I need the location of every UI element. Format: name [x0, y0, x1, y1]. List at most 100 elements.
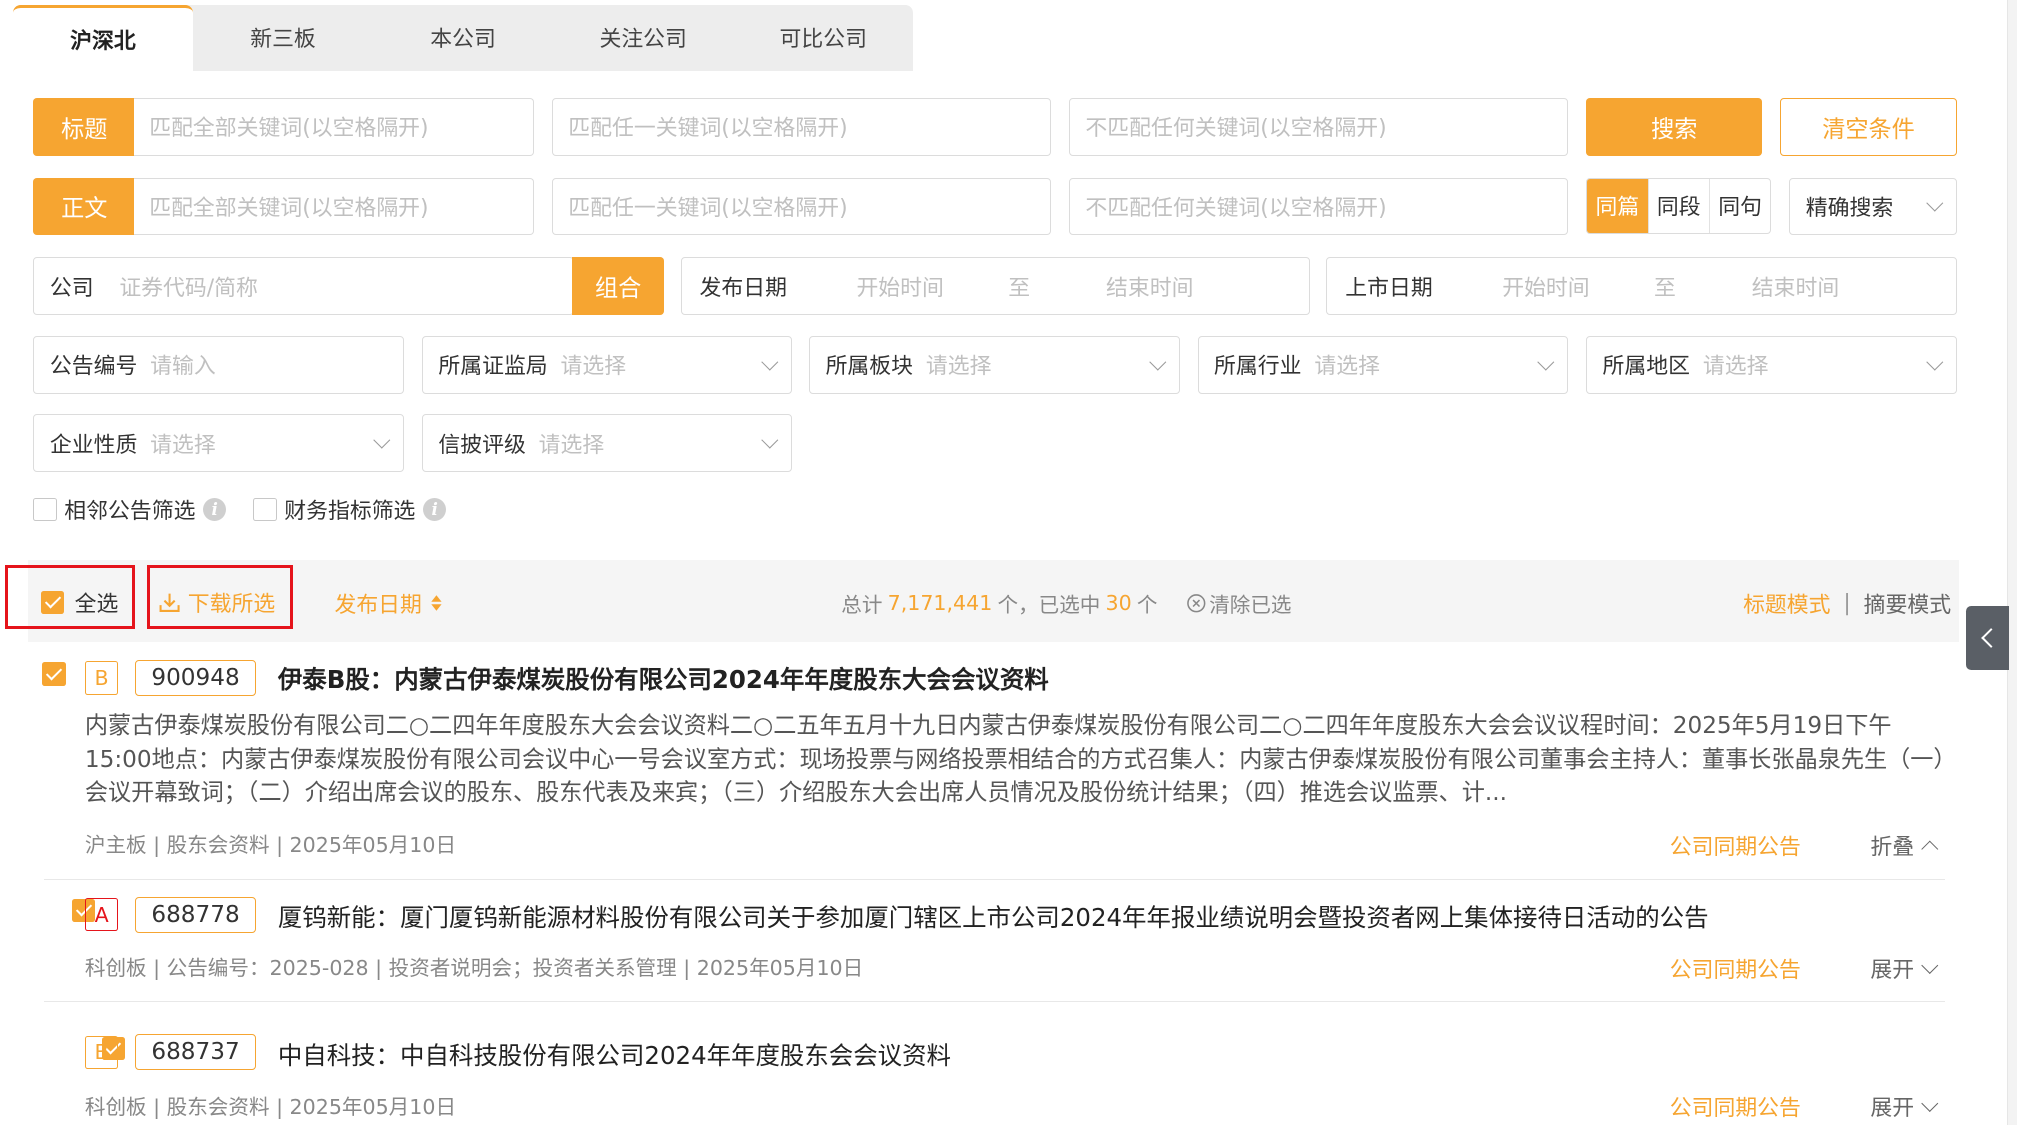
- financial-filter-label: 财务指标筛选: [284, 498, 416, 524]
- market-tabs: 沪深北 新三板 本公司 关注公司 可比公司: [12, 5, 914, 71]
- title-exclude-keyword-input[interactable]: 不匹配任何关键词(以空格隔开): [1068, 97, 1569, 156]
- collapse-label: 折叠: [1870, 834, 1915, 860]
- result-checkbox[interactable]: [42, 662, 66, 686]
- body-any-keyword-input[interactable]: 匹配任一关键词(以空格隔开): [551, 177, 1051, 236]
- chevron-left-icon: [1980, 628, 2001, 649]
- enterprise-type-select[interactable]: 企业性质 请选择: [33, 414, 404, 473]
- view-mode-separator: |: [1843, 590, 1851, 616]
- notice-number-placeholder: 请输入: [150, 354, 216, 380]
- clear-conditions-button[interactable]: 清空条件: [1780, 97, 1957, 156]
- enterprise-type-placeholder: 请选择: [150, 432, 216, 458]
- title-all-keywords-input[interactable]: 匹配全部关键词(以空格隔开): [133, 97, 534, 156]
- company-placeholder: 证券代码/简称: [119, 275, 258, 301]
- result-badge: B: [84, 1035, 119, 1069]
- sector-select[interactable]: 所属板块 请选择: [809, 335, 1180, 394]
- result-meta: 科创板 | 股东会资料 | 2025年05月10日: [84, 1094, 457, 1119]
- tab-comparable-companies[interactable]: 可比公司: [733, 5, 913, 71]
- related-announcements-link[interactable]: 公司同期公告: [1670, 830, 1801, 861]
- result-title[interactable]: 伊泰B股：内蒙古伊泰煤炭股份有限公司2024年年度股东大会会议资料: [278, 661, 1049, 696]
- chevron-down-icon: [373, 431, 390, 449]
- page-scrollbar[interactable]: [2006, 0, 2017, 1125]
- side-panel-toggle[interactable]: [1965, 605, 2010, 671]
- regulator-label: 所属证监局: [438, 354, 548, 380]
- disclosure-rating-placeholder: 请选择: [538, 432, 605, 458]
- enterprise-type-label: 企业性质: [49, 432, 138, 458]
- info-icon[interactable]: i: [203, 497, 227, 522]
- sort-by-publish-date[interactable]: 发布日期: [334, 588, 442, 619]
- financial-filter-option[interactable]: 财务指标筛选 i: [253, 494, 447, 525]
- clear-selected-button[interactable]: 清除已选: [1186, 588, 1292, 618]
- chevron-down-icon: [1537, 353, 1555, 370]
- combine-button[interactable]: 组合: [572, 257, 664, 316]
- industry-placeholder: 请选择: [1314, 354, 1380, 380]
- body-exclude-keyword-input[interactable]: 不匹配任何关键词(以空格隔开): [1068, 177, 1569, 236]
- view-mode-switch: 标题模式 | 摘要模式: [1743, 588, 1951, 619]
- publish-date-to: 至: [1008, 275, 1031, 301]
- notice-number-input[interactable]: 公告编号 请输入: [33, 335, 404, 394]
- chevron-down-icon: [1926, 195, 1943, 212]
- related-announcements-link[interactable]: 公司同期公告: [1670, 953, 1801, 984]
- publish-date-end[interactable]: 结束时间: [1106, 271, 1193, 302]
- related-announcements-link[interactable]: 公司同期公告: [1670, 1091, 1801, 1122]
- chevron-down-icon: [762, 431, 779, 449]
- chevron-up-icon: [1922, 840, 1939, 858]
- publish-date-start[interactable]: 开始时间: [856, 271, 1008, 302]
- result-badge: A: [84, 897, 119, 932]
- expand-button[interactable]: 展开: [1870, 1091, 1939, 1122]
- match-mode-select[interactable]: 精确搜索: [1789, 177, 1957, 236]
- scope-same-paragraph[interactable]: 同段: [1649, 178, 1710, 234]
- result-badge: B: [84, 661, 119, 695]
- result-code: 688737: [135, 1034, 256, 1071]
- adjacent-filter-checkbox[interactable]: [33, 497, 57, 522]
- listing-date-start[interactable]: 开始时间: [1502, 271, 1654, 302]
- regulator-select[interactable]: 所属证监局 请选择: [421, 335, 793, 394]
- tab-xinsanban[interactable]: 新三板: [193, 5, 373, 71]
- clear-selected-label: 清除已选: [1209, 592, 1292, 617]
- financial-filter-checkbox[interactable]: [253, 497, 277, 522]
- result-title[interactable]: 厦钨新能：厦门厦钨新能源材料股份有限公司关于参加厦门辖区上市公司2024年年报业…: [278, 899, 1709, 934]
- expand-label: 展开: [1870, 958, 1915, 984]
- collapse-button[interactable]: 折叠: [1870, 830, 1939, 861]
- search-button[interactable]: 搜索: [1586, 97, 1763, 156]
- publish-date-range[interactable]: 发布日期 开始时间 至 结束时间: [680, 257, 1310, 316]
- tab-followed-companies[interactable]: 关注公司: [553, 5, 733, 71]
- region-select[interactable]: 所属地区 请选择: [1586, 335, 1957, 394]
- company-input[interactable]: 公司 证券代码/简称: [33, 257, 574, 316]
- total-count: 7,171,441: [887, 590, 993, 615]
- body-all-keywords-input[interactable]: 匹配全部关键词(以空格隔开): [133, 177, 534, 236]
- result-divider: [43, 878, 1946, 880]
- industry-label: 所属行业: [1214, 354, 1302, 380]
- region-label: 所属地区: [1602, 354, 1690, 380]
- total-unit: 个，已选中: [997, 592, 1101, 617]
- info-icon[interactable]: i: [423, 497, 447, 522]
- result-code: 688778: [135, 896, 256, 933]
- notice-number-label: 公告编号: [49, 354, 138, 380]
- title-mode-option[interactable]: 标题模式: [1743, 588, 1830, 619]
- highlight-box: [146, 564, 294, 630]
- scope-same-sentence[interactable]: 同句: [1710, 179, 1770, 234]
- sector-label: 所属板块: [825, 354, 914, 380]
- scope-segmented-control: 同篇 同段 同句: [1586, 177, 1772, 235]
- clear-circle-icon: [1187, 593, 1206, 612]
- selected-unit: 个: [1136, 592, 1158, 617]
- disclosure-rating-select[interactable]: 信披评级 请选择: [421, 414, 793, 473]
- result-title[interactable]: 中自科技：中自科技股份有限公司2024年年度股东会会议资料: [278, 1037, 951, 1072]
- expand-button[interactable]: 展开: [1870, 953, 1939, 984]
- scope-same-document[interactable]: 同篇: [1587, 178, 1649, 234]
- tab-hushenbei[interactable]: 沪深北: [12, 5, 193, 71]
- listing-date-range[interactable]: 上市日期 开始时间 至 结束时间: [1326, 257, 1957, 316]
- listing-date-end[interactable]: 结束时间: [1752, 271, 1839, 302]
- tab-own-company[interactable]: 本公司: [373, 5, 553, 71]
- adjacent-filter-option[interactable]: 相邻公告筛选 i: [33, 494, 227, 525]
- summary-mode-option[interactable]: 摘要模式: [1864, 588, 1951, 619]
- expand-label: 展开: [1870, 1095, 1915, 1121]
- chevron-down-icon: [762, 353, 779, 370]
- industry-select[interactable]: 所属行业 请选择: [1197, 335, 1569, 394]
- title-any-keyword-input[interactable]: 匹配任一关键词(以空格隔开): [551, 97, 1051, 156]
- sort-icon: [430, 595, 442, 612]
- sector-placeholder: 请选择: [925, 354, 992, 380]
- result-summary: 总计 7,171,441 个，已选中 30 个: [841, 588, 1157, 618]
- page-canvas: 沪深北 新三板 本公司 关注公司 可比公司 标题 匹配全部关键词(以空格隔开) …: [0, 0, 2017, 1125]
- result-meta: 沪主板 | 股东会资料 | 2025年05月10日: [84, 833, 457, 858]
- selected-count: 30: [1105, 590, 1132, 615]
